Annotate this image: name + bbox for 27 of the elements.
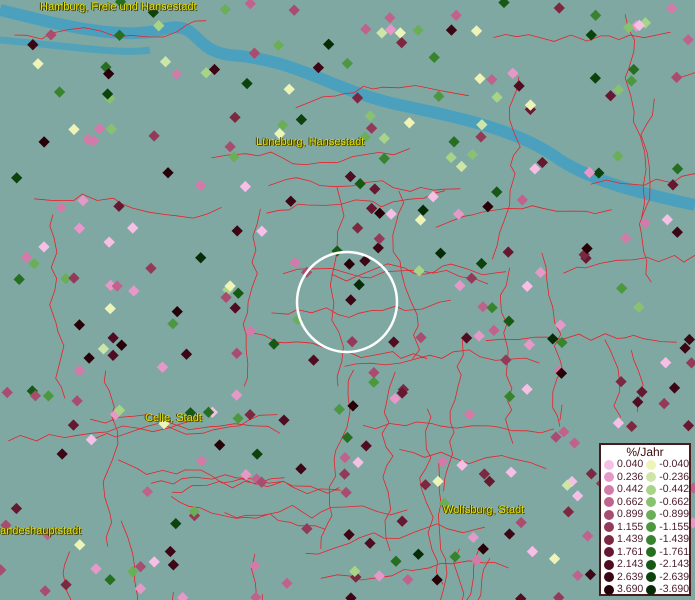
city-label: Wolfsburg, Stadt <box>443 503 524 517</box>
legend-value: -0.442 <box>659 484 690 496</box>
legend-value: -0.899 <box>659 509 690 520</box>
legend-value: 0.662 <box>617 496 644 508</box>
city-label: Lüneburg, Hansestadt <box>256 135 364 149</box>
legend-value: -0.662 <box>659 496 690 508</box>
legend-value: -1.761 <box>659 546 690 558</box>
legend-value: -2.143 <box>659 559 690 570</box>
legend-value: 2.143 <box>617 559 644 570</box>
legend-value: 2.639 <box>617 572 644 583</box>
legend-title: %/Jahr <box>625 446 665 459</box>
legend-value: 0.899 <box>617 509 644 520</box>
legend-value: -1.155 <box>659 522 690 533</box>
city-label: andeshauptstadt <box>0 524 82 538</box>
legend-value: 0.236 <box>617 472 644 483</box>
legend-value: -1.439 <box>659 534 690 546</box>
city-label: Hamburg, Freie und Hansestadt <box>40 0 197 14</box>
legend-value: 3.690 <box>617 584 644 596</box>
legend-value: 1.761 <box>617 546 644 558</box>
legend-value: 0.442 <box>617 484 644 496</box>
legend-value: 1.439 <box>617 534 644 546</box>
legend-value: -0.236 <box>659 472 690 483</box>
legend-value: 1.155 <box>617 522 644 533</box>
legend-value: 0.040 <box>617 459 644 470</box>
legend-value: -3.690 <box>659 584 690 596</box>
legend-value: -2.639 <box>659 572 690 583</box>
legend-value: -0.040 <box>659 459 690 470</box>
